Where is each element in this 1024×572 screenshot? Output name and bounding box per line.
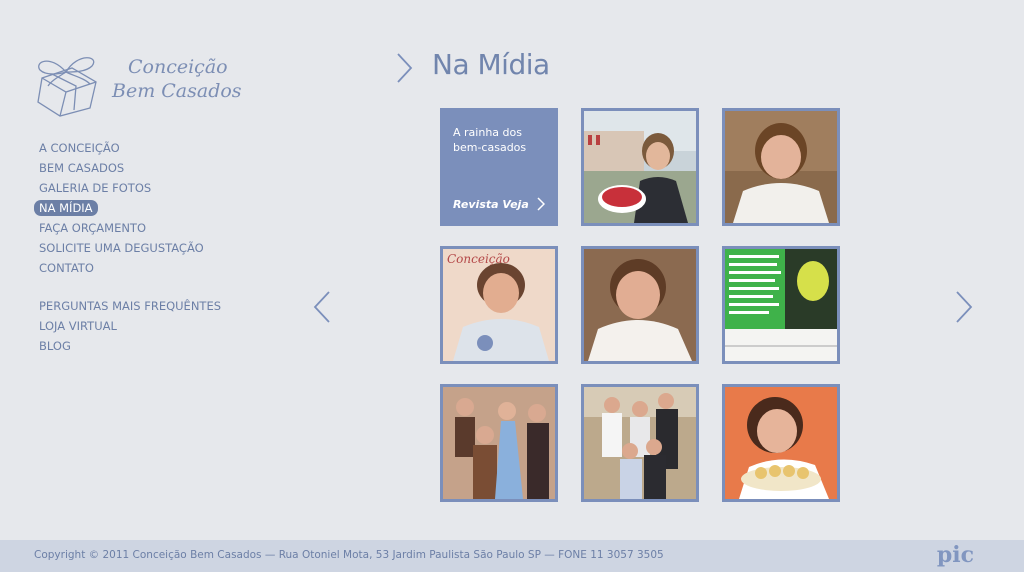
nav-item-loja-virtual[interactable]: LOJA VIRTUAL [34,316,226,336]
gift-box-icon [37,57,97,117]
photo-image [443,387,555,499]
feature-source: Revista Veja [453,198,529,211]
nav-label: PERGUNTAS MAIS FREQUÊNTES [39,299,222,313]
photo-magazine-cover-woman[interactable]: Conceição [440,246,558,364]
photo-family-group[interactable] [581,384,699,502]
nav-label: CONTATO [39,261,94,275]
nav-label: SOLICITE UMA DEGUSTAÇÃO [39,241,204,255]
nav-item-faca-orcamento[interactable]: FAÇA ORÇAMENTO [34,218,226,238]
footer: Copyright © 2011 Conceição Bem Casados —… [0,540,1024,572]
nav-label: NA MÍDIA [34,200,98,216]
nav-item-a-conceicao[interactable]: A CONCEIÇÃO [34,138,226,158]
feature-headline: A rainha dos bem-casados [453,126,527,154]
page-title: Na Mídia [432,48,550,81]
photo-woman-portrait-1[interactable] [722,108,840,226]
photo-image [725,249,837,361]
nav-item-bem-casados[interactable]: BEM CASADOS [34,158,226,178]
nav-item-galeria-de-fotos[interactable]: GALERIA DE FOTOS [34,178,226,198]
photo-image [725,111,837,223]
nav-item-faq[interactable]: PERGUNTAS MAIS FREQUÊNTES [34,296,226,316]
nav-label: GALERIA DE FOTOS [39,181,152,195]
footer-credit-logo[interactable]: pic [937,542,974,568]
photo-image: Conceição [443,249,555,361]
next-arrow-icon[interactable] [954,290,974,324]
photo-image [725,387,837,499]
heading-chevron-icon [397,53,413,83]
main-nav: A CONCEIÇÃO BEM CASADOS GALERIA DE FOTOS… [34,138,226,356]
feature-tile[interactable]: A rainha dos bem-casados Revista Veja [440,108,558,226]
nav-label: BEM CASADOS [39,161,125,175]
brand-name-line1: Conceição [128,56,228,78]
nav-label: LOJA VIRTUAL [39,319,117,333]
nav-item-solicite-degustacao[interactable]: SOLICITE UMA DEGUSTAÇÃO [34,238,226,258]
photo-image [584,249,696,361]
footer-contact-text: Copyright © 2011 Conceição Bem Casados —… [34,549,664,561]
nav-label: FAÇA ORÇAMENTO [39,221,147,235]
chevron-right-icon [537,197,545,211]
nav-label: BLOG [39,339,71,353]
photo-woman-with-sweets[interactable] [722,384,840,502]
previous-arrow-icon[interactable] [312,290,332,324]
photo-image [584,111,696,223]
photo-magazine-article[interactable] [722,246,840,364]
photo-image [584,387,696,499]
photo-group-of-women[interactable] [440,384,558,502]
photo-woman-with-cake-box[interactable] [581,108,699,226]
nav-item-contato[interactable]: CONTATO [34,258,226,278]
brand-logo[interactable]: Conceição Bem Casados [30,48,242,118]
nav-item-na-midia[interactable]: NA MÍDIA [34,200,226,216]
nav-label: A CONCEIÇÃO [39,141,120,155]
brand-name-line2: Bem Casados [112,80,242,102]
photo-woman-portrait-2[interactable] [581,246,699,364]
nav-item-blog[interactable]: BLOG [34,336,226,356]
